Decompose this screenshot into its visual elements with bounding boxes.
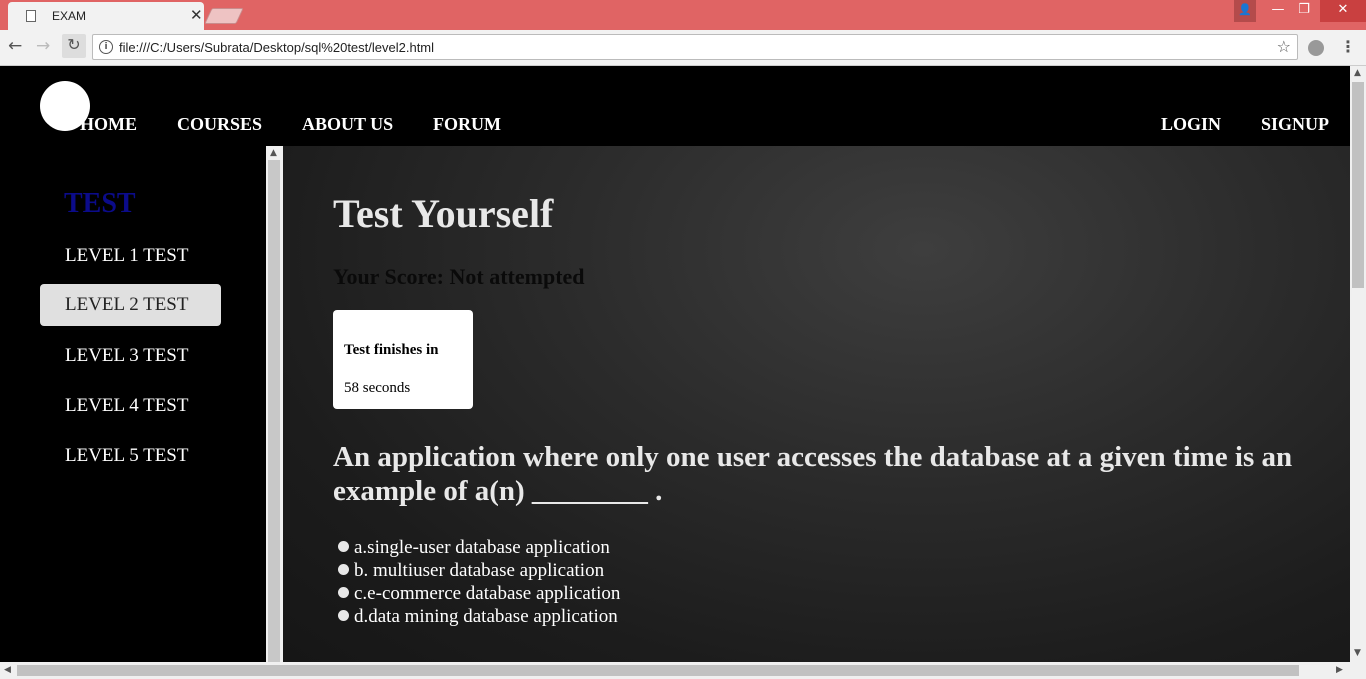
scroll-down-arrow-icon[interactable]: ▼ (1354, 648, 1361, 658)
back-arrow-icon[interactable]: ← (8, 36, 22, 56)
option-b[interactable]: b. multiuser database application (338, 560, 604, 582)
user-icon[interactable]: 👤 (1234, 0, 1256, 22)
scroll-up-arrow-icon[interactable]: ▲ (270, 148, 277, 158)
option-label: c.e-commerce database application (354, 583, 621, 604)
option-d[interactable]: d.data mining database application (338, 606, 618, 628)
sidebar: TEST LEVEL 1 TEST LEVEL 2 TEST LEVEL 3 T… (0, 146, 266, 662)
nav-forum[interactable]: FORUM (433, 114, 501, 135)
sidebar-scrollbar[interactable]: ▲ (266, 146, 283, 662)
sidebar-item-level-5[interactable]: LEVEL 5 TEST (40, 435, 221, 477)
web-page: HOME COURSES ABOUT US FORUM LOGIN SIGNUP… (0, 66, 1350, 662)
scroll-left-arrow-icon[interactable]: ◀ (4, 665, 11, 675)
test-panel: Test Yourself Your Score: Not attempted … (283, 146, 1350, 662)
browser-tab[interactable]: EXAM ✕ (8, 2, 204, 30)
nav-courses[interactable]: COURSES (177, 114, 262, 135)
sidebar-item-level-3[interactable]: LEVEL 3 TEST (40, 335, 221, 377)
sidebar-item-level-2[interactable]: LEVEL 2 TEST (40, 284, 221, 326)
score-text: Your Score: Not attempted (333, 264, 585, 289)
sidebar-title: TEST (64, 188, 136, 219)
nav-about-us[interactable]: ABOUT US (302, 114, 393, 135)
page-icon (26, 10, 36, 22)
maximize-button[interactable]: ❐ (1292, 0, 1316, 22)
nav-home[interactable]: HOME (80, 114, 137, 135)
info-icon[interactable]: i (99, 40, 113, 54)
option-c[interactable]: c.e-commerce database application (338, 583, 620, 605)
sidebar-item-level-4[interactable]: LEVEL 4 TEST (40, 385, 221, 427)
timer-box: Test finishes in 58 seconds (333, 310, 473, 409)
option-label: a.single-user database application (354, 537, 610, 558)
timer-label: Test finishes in (344, 342, 439, 358)
scroll-up-arrow-icon[interactable]: ▲ (1354, 68, 1361, 78)
scroll-right-arrow-icon[interactable]: ▶ (1336, 665, 1343, 675)
close-window-button[interactable]: ✕ (1320, 0, 1366, 22)
nav-signup[interactable]: SIGNUP (1261, 114, 1329, 135)
tab-strip: EXAM ✕ 👤 — ❐ ✕ (0, 0, 1366, 30)
option-label: b. multiuser database application (354, 560, 605, 581)
nav-login[interactable]: LOGIN (1161, 114, 1221, 135)
radio-button[interactable] (338, 610, 349, 621)
radio-button[interactable] (338, 587, 349, 598)
sidebar-item-level-1[interactable]: LEVEL 1 TEST (40, 235, 221, 277)
url-text[interactable]: file:///C:/Users/Subrata/Desktop/sql%20t… (119, 40, 434, 55)
address-bar[interactable]: i file:///C:/Users/Subrata/Desktop/sql%2… (92, 34, 1298, 60)
page-vertical-scrollbar[interactable]: ▲ ▼ (1350, 66, 1366, 662)
new-tab-button[interactable] (204, 8, 244, 24)
tab-title: EXAM (52, 9, 87, 23)
radio-button[interactable] (338, 564, 349, 575)
bookmark-star-icon[interactable]: ☆ (1277, 37, 1291, 56)
browser-toolbar: ← → ↻ i file:///C:/Users/Subrata/Desktop… (0, 30, 1366, 66)
minimize-button[interactable]: — (1266, 0, 1290, 22)
option-label: d.data mining database application (354, 606, 618, 627)
option-a[interactable]: a.single-user database application (338, 537, 610, 559)
question-text: An application where only one user acces… (333, 441, 1293, 507)
page-title: Test Yourself (333, 191, 554, 236)
timer-value: 58 seconds (344, 380, 411, 396)
horizontal-scroll-thumb[interactable] (17, 665, 1299, 676)
menu-icon[interactable]: ⋮ (1340, 37, 1356, 56)
page-horizontal-scrollbar[interactable]: ◀ ▶ (0, 662, 1366, 679)
sidebar-scroll-thumb[interactable] (268, 160, 280, 662)
vertical-scroll-thumb[interactable] (1352, 82, 1364, 288)
extension-icon[interactable] (1308, 40, 1324, 56)
radio-button[interactable] (338, 541, 349, 552)
top-navigation: HOME COURSES ABOUT US FORUM LOGIN SIGNUP (0, 66, 1350, 146)
forward-arrow-icon[interactable]: → (36, 36, 50, 56)
reload-icon[interactable]: ↻ (62, 34, 86, 58)
close-tab-icon[interactable]: ✕ (190, 6, 203, 24)
